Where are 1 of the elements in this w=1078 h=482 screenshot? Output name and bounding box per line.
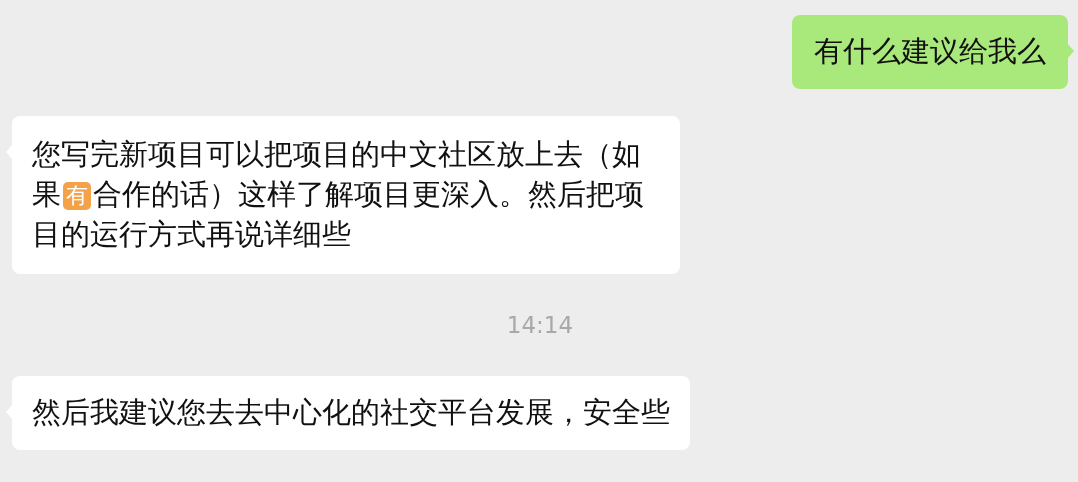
timestamp: 14:14 [506,312,574,338]
